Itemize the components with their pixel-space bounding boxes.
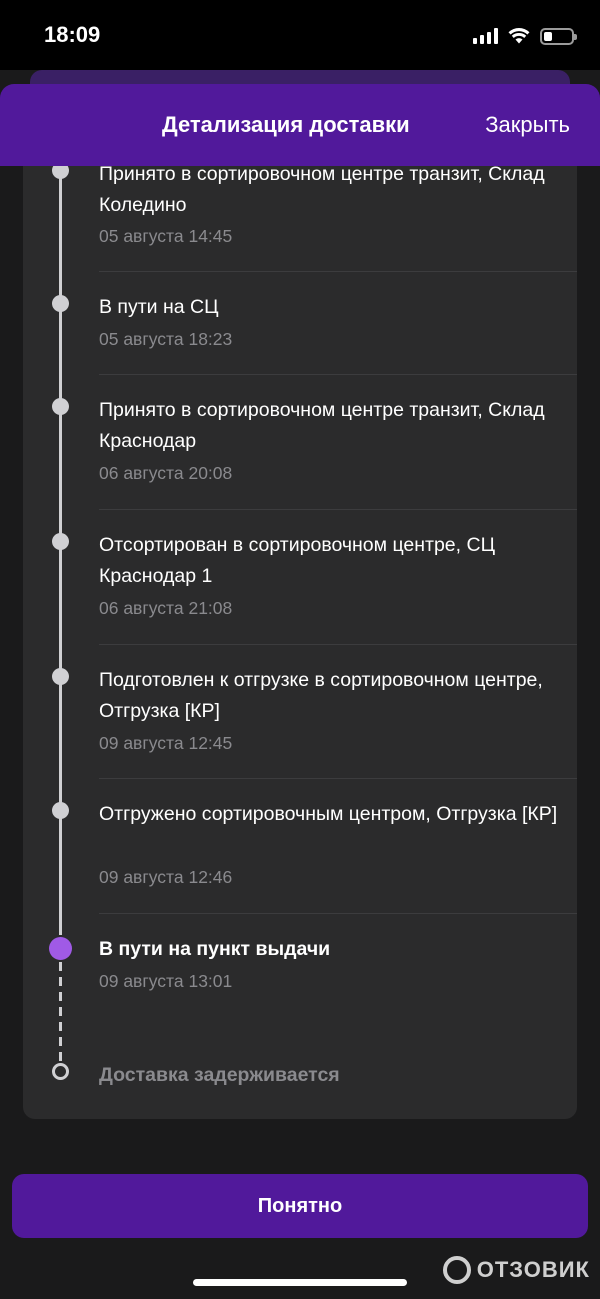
status-icons — [473, 24, 577, 48]
divider — [99, 913, 577, 914]
event-date: 09 августа 13:01 — [99, 971, 233, 991]
timeline-dot — [52, 668, 69, 685]
timeline-dot — [52, 295, 69, 312]
event-title: Отсортирован в сортировочном центре, СЦ … — [99, 534, 495, 587]
status-time: 18:09 — [44, 22, 101, 47]
divider — [99, 644, 577, 645]
event-date: 06 августа 20:08 — [99, 463, 233, 483]
timeline-dot — [52, 166, 69, 179]
home-indicator — [193, 1279, 407, 1286]
timeline-dot-current — [49, 937, 72, 960]
event-date: 09 августа 12:45 — [99, 733, 233, 753]
event-date: 06 августа 21:08 — [99, 598, 233, 618]
timeline-dot-pending — [52, 1063, 69, 1080]
signal-icon — [473, 28, 498, 44]
divider — [99, 509, 577, 510]
battery-icon — [540, 27, 577, 45]
event-title-current: В пути на пункт выдачи — [99, 938, 331, 960]
watermark-text: ОТЗОВИК — [476, 1257, 590, 1282]
delivery-timeline-card: Принято в сортировочном центре транзит, … — [23, 166, 577, 1119]
status-bar: 18:09 — [0, 0, 600, 70]
watermark-logo-icon — [442, 1256, 471, 1284]
timeline-line — [59, 166, 62, 935]
timeline-dot — [52, 802, 69, 819]
event-title: Отгружено сортировочным центром, Отгрузк… — [99, 803, 558, 825]
divider — [99, 778, 577, 779]
event-date: 05 августа 14:45 — [99, 226, 233, 246]
page-title: Детализация доставки — [162, 112, 410, 137]
event-title: Принято в сортировочном центре транзит, … — [99, 399, 545, 452]
event-title: В пути на СЦ — [99, 296, 219, 318]
watermark: ОТЗОВИК — [442, 1256, 590, 1284]
divider — [99, 374, 577, 375]
timeline-dot — [52, 533, 69, 550]
wifi-icon — [508, 28, 530, 44]
event-date: 09 августа 12:46 — [99, 867, 233, 887]
timeline-dashed-line — [59, 962, 62, 1068]
event-title-pending: Доставка задерживается — [99, 1064, 340, 1086]
close-button[interactable]: Закрыть — [485, 112, 570, 138]
divider — [99, 271, 577, 272]
event-title: Принято в сортировочном центре транзит, … — [99, 166, 545, 216]
timeline-dot — [52, 398, 69, 415]
event-date: 05 августа 18:23 — [99, 329, 233, 349]
modal-header: Детализация доставки Закрыть — [0, 84, 600, 166]
event-title: Подготовлен к отгрузке в сортировочном ц… — [99, 669, 543, 722]
ok-button[interactable]: Понятно — [12, 1174, 588, 1238]
